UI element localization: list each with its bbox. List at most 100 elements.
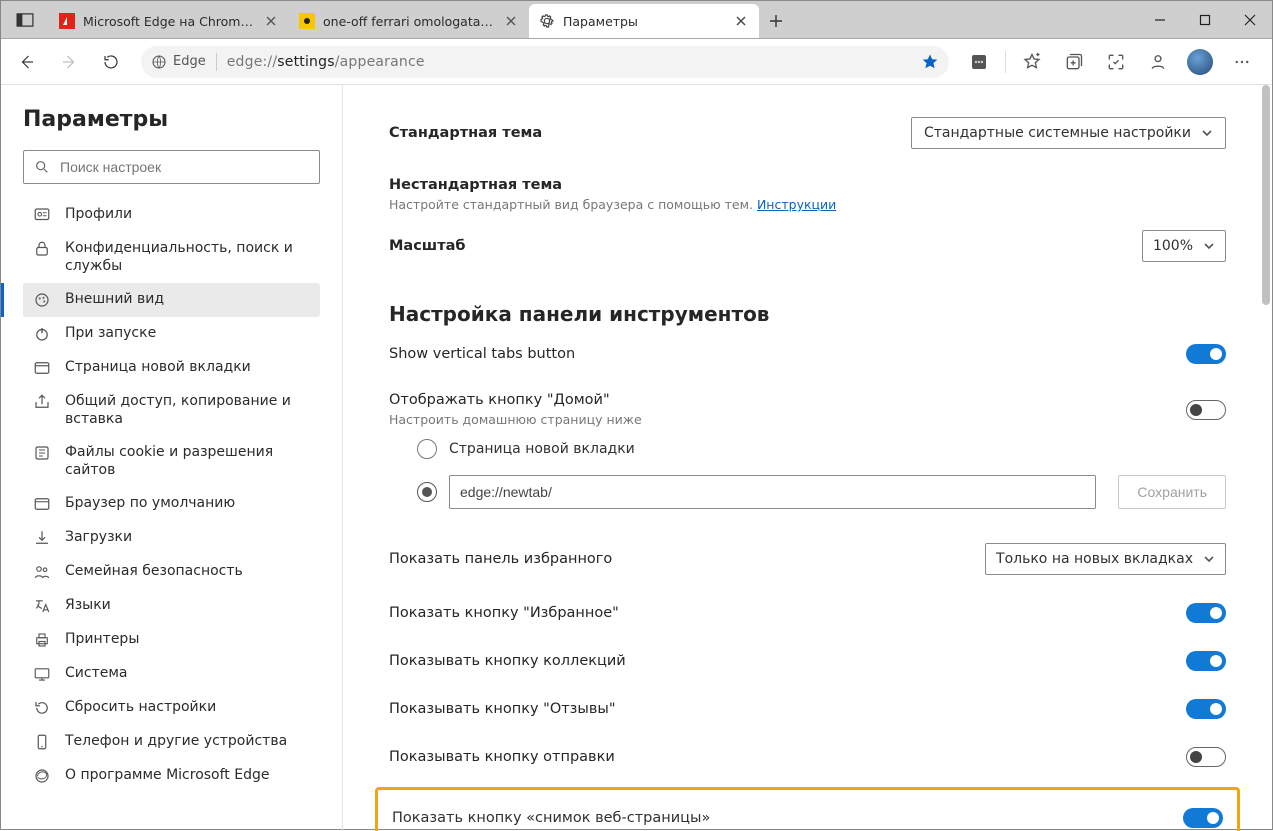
url-text: edge://settings/appearance bbox=[227, 54, 911, 70]
row-vertical-tabs: Show vertical tabs button bbox=[389, 330, 1226, 378]
address-toolbar: Edge edge://settings/appearance bbox=[1, 39, 1272, 85]
tab-favicon bbox=[299, 13, 315, 29]
forward-button[interactable] bbox=[49, 42, 89, 82]
nav-appearance[interactable]: Внешний вид bbox=[23, 283, 320, 317]
nav-family[interactable]: Семейная безопасность bbox=[23, 555, 320, 589]
row-home-button: Отображать кнопку "Домой" Настроить дома… bbox=[389, 378, 1226, 429]
send-toggle[interactable] bbox=[1186, 747, 1226, 767]
nav-profiles[interactable]: Профили bbox=[23, 198, 320, 232]
appearance-icon bbox=[33, 291, 51, 309]
home-radio-ntp[interactable]: Страница новой вкладки bbox=[417, 431, 1226, 467]
radio-label: Страница новой вкладки bbox=[449, 441, 635, 457]
menu-dots-icon[interactable] bbox=[1222, 42, 1262, 82]
profile-avatar[interactable] bbox=[1180, 42, 1220, 82]
screenshot-label: Показать кнопку «снимок веб-страницы» bbox=[392, 810, 710, 826]
minimize-button[interactable] bbox=[1137, 1, 1182, 39]
search-input[interactable] bbox=[60, 159, 309, 175]
favorites-icon[interactable] bbox=[1012, 42, 1052, 82]
nav-newtab[interactable]: Страница новой вкладки bbox=[23, 351, 320, 385]
collections-label: Показывать кнопку коллекций bbox=[389, 653, 626, 669]
nav-system[interactable]: Система bbox=[23, 657, 320, 691]
close-icon[interactable] bbox=[733, 13, 749, 29]
nav-downloads[interactable]: Загрузки bbox=[23, 521, 320, 555]
chevron-down-icon bbox=[1203, 240, 1215, 252]
home-label: Отображать кнопку "Домой" bbox=[389, 392, 642, 408]
collections-toggle[interactable] bbox=[1186, 651, 1226, 671]
chevron-down-icon bbox=[1203, 553, 1215, 565]
nav-languages[interactable]: Языки bbox=[23, 589, 320, 623]
system-icon bbox=[33, 665, 51, 683]
tab-title: Параметры bbox=[563, 14, 725, 29]
screenshot-icon[interactable] bbox=[1096, 42, 1136, 82]
tab-title: one-off ferrari omologata grand bbox=[323, 14, 495, 29]
row-send-button: Показывать кнопку отправки bbox=[389, 733, 1226, 781]
feedback-toggle[interactable] bbox=[1186, 699, 1226, 719]
home-toggle[interactable] bbox=[1186, 400, 1226, 420]
maximize-button[interactable] bbox=[1182, 1, 1227, 39]
chevron-down-icon bbox=[1201, 127, 1213, 139]
settings-sidebar: Параметры Профили Конфиденциальность, по… bbox=[1, 85, 343, 831]
close-icon[interactable] bbox=[263, 13, 279, 29]
nav-reset[interactable]: Сбросить настройки bbox=[23, 691, 320, 725]
power-icon bbox=[33, 325, 51, 343]
home-options: Страница новой вкладки Сохранить bbox=[389, 429, 1226, 529]
vertical-tabs-toggle[interactable] bbox=[1186, 344, 1226, 364]
zoom-dropdown[interactable]: 100% bbox=[1142, 230, 1226, 262]
nav-printers[interactable]: Принтеры bbox=[23, 623, 320, 657]
favorite-star-icon[interactable] bbox=[921, 53, 939, 71]
radio-icon bbox=[417, 439, 437, 459]
nav-share[interactable]: Общий доступ, копирование и вставка bbox=[23, 385, 320, 436]
address-bar[interactable]: Edge edge://settings/appearance bbox=[141, 46, 949, 78]
row-default-theme: Стандартная тема Стандартные системные н… bbox=[389, 103, 1226, 163]
search-settings[interactable] bbox=[23, 150, 320, 184]
tab-3-active[interactable]: Параметры bbox=[529, 4, 759, 38]
refresh-button[interactable] bbox=[91, 42, 131, 82]
fav-btn-toggle[interactable] bbox=[1186, 603, 1226, 623]
default-theme-dropdown[interactable]: Стандартные системные настройки bbox=[911, 117, 1226, 149]
row-collections-button: Показывать кнопку коллекций bbox=[389, 637, 1226, 685]
person-icon[interactable] bbox=[1138, 42, 1178, 82]
zoom-label: Масштаб bbox=[389, 238, 466, 254]
scrollbar-thumb[interactable] bbox=[1262, 85, 1270, 305]
custom-theme-sub: Настройте стандартный вид браузера с пом… bbox=[389, 197, 836, 212]
home-radio-url[interactable]: Сохранить bbox=[417, 467, 1226, 517]
nav-phone[interactable]: Телефон и другие устройства bbox=[23, 725, 320, 759]
nav-cookies[interactable]: Файлы cookie и разрешения сайтов bbox=[23, 436, 320, 487]
tab-strip: Microsoft Edge на Chromium – Н one-off f… bbox=[49, 1, 1137, 38]
collections-icon[interactable] bbox=[1054, 42, 1094, 82]
nav-default-browser[interactable]: Браузер по умолчанию bbox=[23, 487, 320, 521]
edge-icon bbox=[33, 767, 51, 785]
home-sub: Настроить домашнюю страницу ниже bbox=[389, 412, 642, 427]
row-favorites-bar: Показать панель избранного Только на нов… bbox=[389, 529, 1226, 589]
tab-favicon bbox=[59, 13, 75, 29]
separator bbox=[216, 53, 217, 71]
screenshot-toggle[interactable] bbox=[1183, 808, 1223, 828]
family-icon bbox=[33, 563, 51, 581]
tab-actions-icon[interactable] bbox=[1, 1, 49, 38]
nav-privacy[interactable]: Конфиденциальность, поиск и службы bbox=[23, 232, 320, 283]
instructions-link[interactable]: Инструкции bbox=[757, 197, 836, 212]
tab-2[interactable]: one-off ferrari omologata grand bbox=[289, 4, 529, 38]
back-button[interactable] bbox=[7, 42, 47, 82]
close-icon[interactable] bbox=[503, 13, 519, 29]
home-url-input[interactable] bbox=[449, 475, 1096, 509]
home-save-button[interactable]: Сохранить bbox=[1118, 475, 1226, 509]
tab-1[interactable]: Microsoft Edge на Chromium – Н bbox=[49, 4, 289, 38]
new-tab-button[interactable] bbox=[759, 4, 793, 38]
language-icon bbox=[33, 597, 51, 615]
scrollbar[interactable] bbox=[1260, 85, 1270, 831]
extension-icon[interactable] bbox=[959, 42, 999, 82]
dropdown-value: 100% bbox=[1153, 238, 1193, 254]
profile-icon bbox=[33, 206, 51, 224]
title-bar: Microsoft Edge на Chromium – Н one-off f… bbox=[1, 1, 1272, 39]
nav-about[interactable]: О программе Microsoft Edge bbox=[23, 759, 320, 793]
close-window-button[interactable] bbox=[1227, 1, 1272, 39]
nav-startup[interactable]: При запуске bbox=[23, 317, 320, 351]
default-theme-label: Стандартная тема bbox=[389, 125, 542, 141]
site-identity[interactable]: Edge bbox=[151, 54, 206, 70]
radio-icon-selected bbox=[417, 482, 437, 502]
fav-bar-dropdown[interactable]: Только на новых вкладках bbox=[985, 543, 1226, 575]
reset-icon bbox=[33, 699, 51, 717]
phone-icon bbox=[33, 733, 51, 751]
tab-title: Microsoft Edge на Chromium – Н bbox=[83, 14, 255, 29]
